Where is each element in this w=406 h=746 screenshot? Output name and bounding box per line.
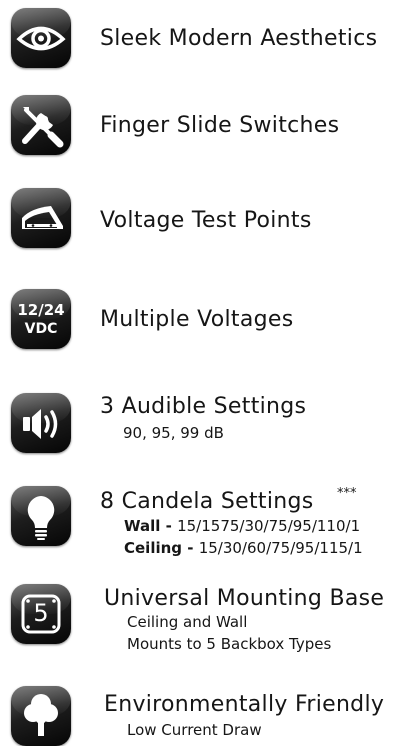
feature-title: 8 Candela Settings: [100, 489, 314, 514]
voltage-badge-top-text: 12/24: [17, 301, 65, 319]
speaker-icon: [11, 393, 71, 453]
footnote-stars: ***: [337, 486, 357, 501]
feature-detail: Ceiling and Wall: [127, 613, 248, 631]
mounting-base-icon: 5: [11, 584, 71, 644]
feature-title: Voltage Test Points: [100, 208, 312, 233]
feature-detail: 90, 95, 99 dB: [123, 424, 224, 442]
lightbulb-icon: [11, 486, 71, 546]
feature-title: Sleek Modern Aesthetics: [100, 26, 378, 51]
feature-detail-wall: Wall - 15/1575/30/75/95/110/1: [124, 517, 360, 535]
voltage-badge-icon: 12/24 VDC: [11, 289, 71, 349]
feature-title: Multiple Voltages: [100, 307, 294, 332]
test-points-icon: [11, 188, 71, 248]
tools-icon: [11, 95, 71, 155]
tree-icon: [11, 686, 71, 746]
mounting-base-number: 5: [33, 599, 49, 627]
feature-detail: Low Current Draw: [127, 721, 262, 739]
feature-detail-label: Wall -: [124, 517, 178, 535]
feature-detail-label: Ceiling -: [124, 539, 199, 557]
feature-detail: Mounts to 5 Backbox Types: [127, 635, 332, 653]
feature-detail-value: 15/30/60/75/95/115/1: [198, 539, 363, 557]
feature-title: 3 Audible Settings: [100, 394, 307, 419]
feature-detail-value: 15/1575/30/75/95/110/1: [177, 517, 361, 535]
eye-icon: [11, 8, 71, 68]
feature-title: Finger Slide Switches: [100, 113, 340, 138]
feature-title: Universal Mounting Base: [104, 586, 385, 611]
voltage-badge-bottom-text: VDC: [24, 321, 58, 337]
feature-detail-ceiling: Ceiling - 15/30/60/75/95/115/1: [124, 539, 363, 557]
feature-title: Environmentally Friendly: [104, 692, 385, 717]
